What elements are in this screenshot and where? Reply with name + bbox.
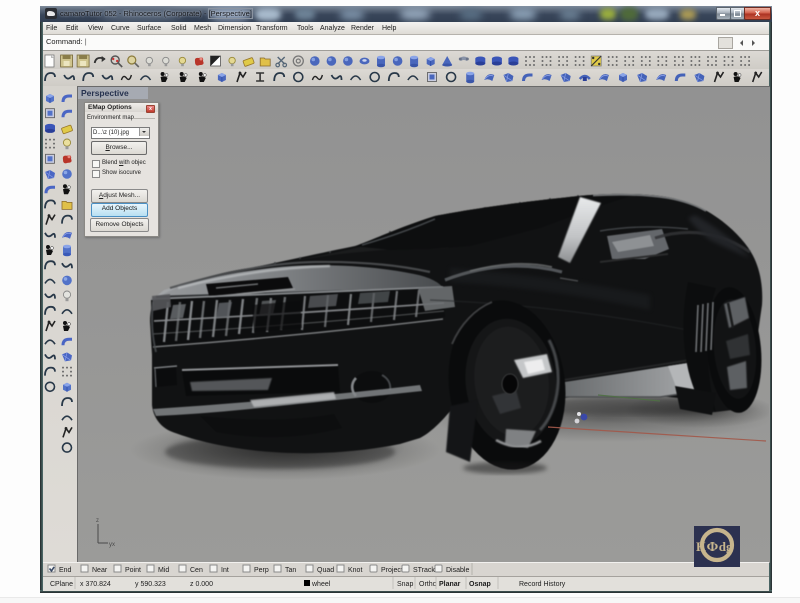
svg-text:KΦdg: KΦdg: [696, 539, 733, 555]
svg-text:Snap: Snap: [397, 581, 413, 588]
svg-text:x 370.824: x 370.824: [80, 581, 111, 588]
svg-text:Tan: Tan: [285, 567, 296, 574]
svg-text:Disable: Disable: [446, 567, 469, 574]
svg-text:yx: yx: [109, 542, 115, 548]
svg-text:Osnap: Osnap: [469, 581, 491, 588]
svg-text:wheel: wheel: [311, 581, 331, 588]
svg-text:Point: Point: [125, 567, 141, 574]
svg-text:STrack: STrack: [413, 567, 435, 574]
svg-text:Near: Near: [92, 567, 108, 574]
svg-text:z 0.000: z 0.000: [190, 581, 213, 588]
svg-text:CPlane: CPlane: [50, 581, 73, 588]
svg-text:Planar: Planar: [439, 581, 461, 588]
svg-text:Mid: Mid: [158, 567, 169, 574]
svg-text:End: End: [59, 567, 72, 574]
svg-text:Quad: Quad: [317, 567, 334, 574]
svg-text:y 590.323: y 590.323: [135, 581, 166, 588]
svg-text:z: z: [96, 518, 99, 524]
svg-text:Int: Int: [221, 567, 229, 574]
svg-text:Cen: Cen: [190, 567, 203, 574]
svg-text:Knot: Knot: [348, 567, 362, 574]
svg-text:Ortho: Ortho: [419, 581, 437, 588]
svg-text:Project: Project: [381, 567, 403, 574]
svg-text:Perp: Perp: [254, 567, 269, 574]
svg-text:Record History: Record History: [519, 581, 566, 588]
